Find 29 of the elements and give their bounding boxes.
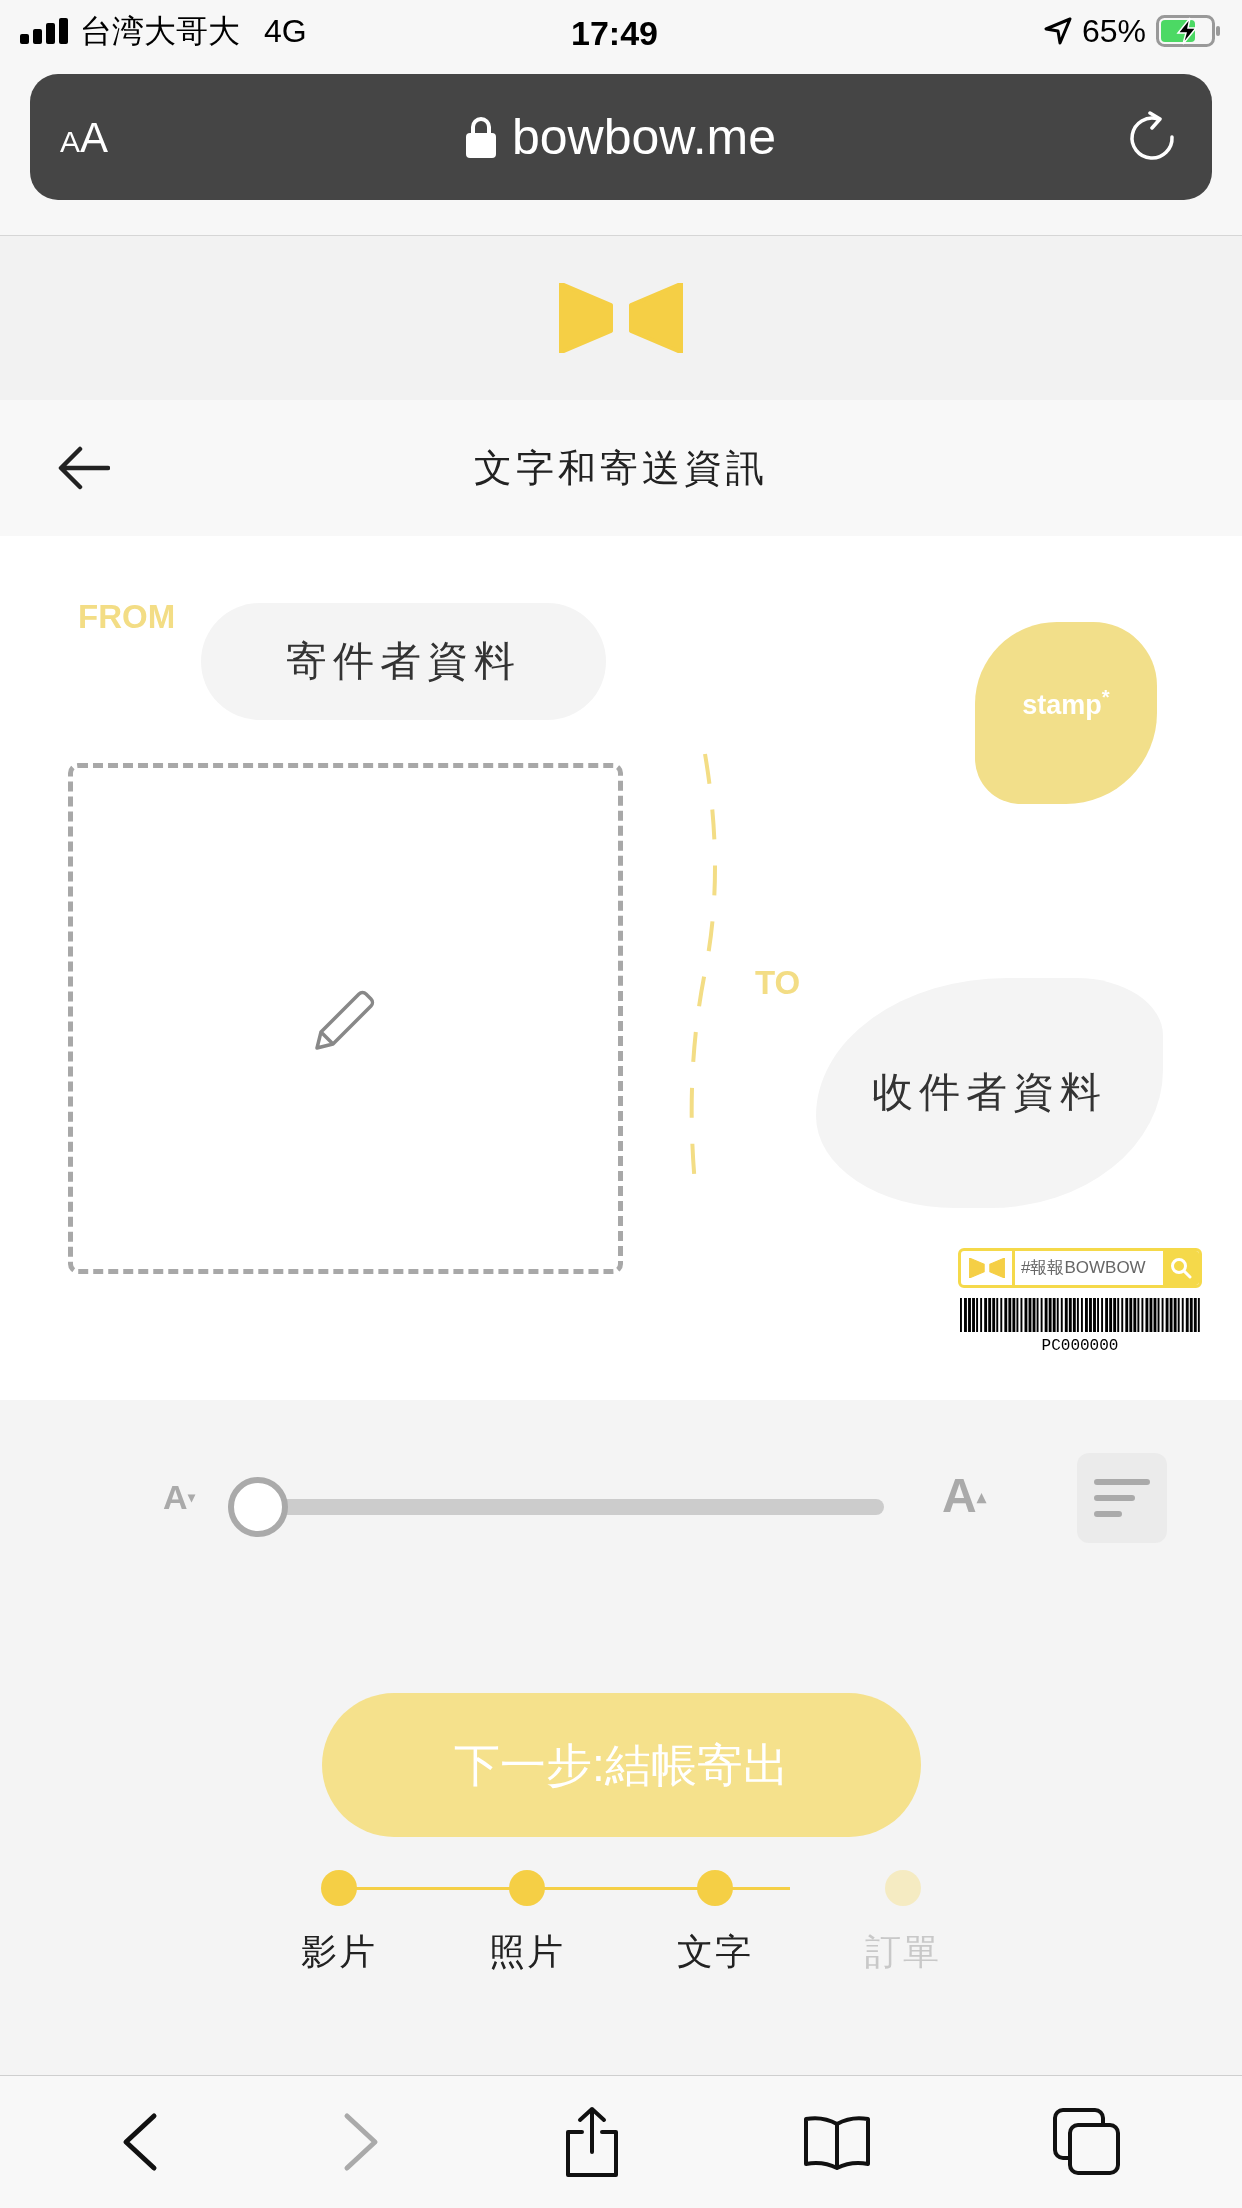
- bow-tie-icon: [968, 1258, 1005, 1278]
- hashtag-text: #報報BOWBOW: [1020, 1257, 1147, 1280]
- back-arrow-icon[interactable]: [58, 446, 110, 490]
- reload-icon[interactable]: [1128, 111, 1176, 163]
- battery-charging-icon: [1156, 15, 1222, 47]
- barcode-number: PC000000: [1040, 1336, 1120, 1357]
- bookmarks-icon[interactable]: [802, 2114, 871, 2170]
- step-label: 文字: [677, 1930, 753, 1974]
- step-label: 影片: [301, 1930, 377, 1974]
- to-label: TO: [755, 963, 801, 1003]
- lock-icon: [465, 116, 496, 158]
- carrier-name: 台湾大哥大: [80, 12, 240, 51]
- clock-time: 17:49: [571, 13, 658, 54]
- sender-info-button[interactable]: 寄件者資料: [201, 603, 606, 720]
- stamp-label: stamp$^{*}$: [1022, 684, 1110, 722]
- slider-thumb[interactable]: [228, 1477, 288, 1537]
- address-bar[interactable]: AA bowbow.me: [30, 74, 1212, 200]
- recipient-info-button[interactable]: 收件者資料: [816, 978, 1163, 1208]
- text-size-button[interactable]: AA: [60, 105, 109, 169]
- network-type: 4G: [264, 12, 307, 51]
- page-title: 文字和寄送資訊: [474, 445, 768, 491]
- url-text: bowbow.me: [511, 107, 776, 167]
- align-left-icon: [1094, 1479, 1150, 1517]
- tabs-icon[interactable]: [1051, 2107, 1122, 2177]
- search-icon: [1170, 1257, 1192, 1279]
- step-label: 照片: [489, 1930, 565, 1974]
- from-label: FROM: [78, 597, 176, 637]
- battery-percentage: 65%: [1081, 12, 1146, 51]
- location-arrow-icon: [1043, 17, 1072, 45]
